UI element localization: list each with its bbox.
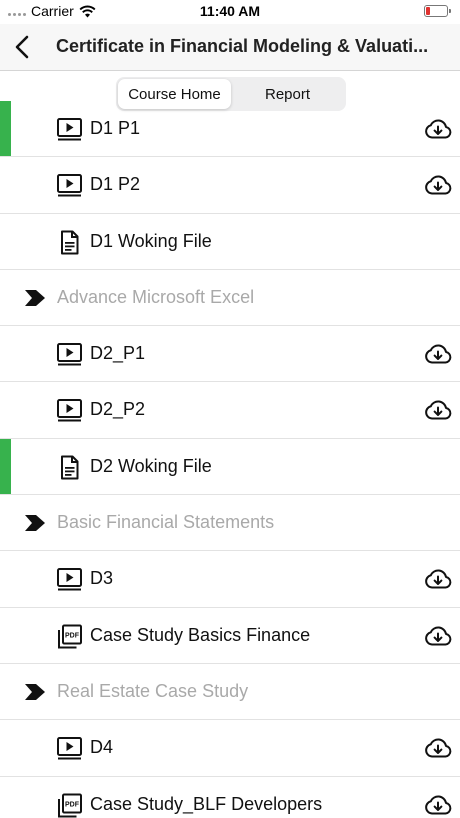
- lesson-row[interactable]: D1 P1: [0, 101, 460, 158]
- lesson-row[interactable]: D2 Woking File: [0, 438, 460, 496]
- back-chevron-icon[interactable]: [10, 34, 36, 60]
- lesson-title: D1 Woking File: [90, 230, 212, 251]
- page-title: Certificate in Financial Modeling & Valu…: [56, 36, 429, 56]
- pdf-icon: PDF: [56, 793, 83, 818]
- lesson-title: Case Study Basics Finance: [90, 624, 311, 645]
- cloud-download-icon[interactable]: [424, 174, 452, 196]
- progress-indicator: [0, 438, 11, 495]
- lesson-title: D2 Woking File: [90, 455, 212, 476]
- document-icon: [56, 230, 83, 255]
- cloud-download-icon[interactable]: [424, 794, 452, 816]
- battery-icon: [424, 5, 451, 17]
- section-header[interactable]: Real Estate Case Study: [0, 664, 460, 721]
- section-header[interactable]: Advance Microsoft Excel: [0, 270, 460, 327]
- lesson-row[interactable]: D2_P1: [0, 326, 460, 383]
- video-icon: [56, 567, 83, 592]
- lesson-row[interactable]: D1 Woking File: [0, 214, 460, 270]
- course-content-list: D1 P1 D1 P2 D1 Woking File Advance Microsof…: [0, 101, 460, 818]
- lesson-title: D1 P2: [90, 174, 141, 195]
- svg-text:PDF: PDF: [65, 632, 80, 639]
- video-icon: [56, 173, 83, 198]
- lesson-title: D2_P2: [90, 399, 146, 420]
- cloud-download-icon[interactable]: [424, 737, 452, 759]
- cloud-download-icon[interactable]: [424, 568, 452, 590]
- section-chevron-icon: [25, 683, 45, 700]
- section-chevron-icon: [25, 289, 45, 306]
- video-icon: [56, 736, 83, 761]
- lesson-title: D1 P1: [90, 118, 141, 138]
- cloud-download-icon[interactable]: [424, 625, 452, 647]
- lesson-row[interactable]: PDF Case Study_BLF Developers: [0, 777, 460, 818]
- battery-level: [426, 7, 430, 15]
- lesson-row[interactable]: PDF Case Study Basics Finance: [0, 608, 460, 664]
- section-title: Basic Financial Statements: [57, 512, 275, 533]
- cloud-download-icon[interactable]: [424, 343, 452, 365]
- status-time: 11:40 AM: [199, 3, 261, 19]
- cloud-download-icon[interactable]: [424, 399, 452, 421]
- lesson-row[interactable]: D4: [0, 720, 460, 777]
- video-icon: [56, 117, 83, 142]
- lesson-title: Case Study_BLF Developers: [90, 793, 323, 814]
- svg-text:PDF: PDF: [65, 801, 80, 808]
- progress-indicator: [0, 101, 11, 157]
- lesson-title: D4: [90, 737, 114, 758]
- section-title: Advance Microsoft Excel: [57, 286, 255, 307]
- lesson-row[interactable]: D1 P2: [0, 157, 460, 214]
- video-icon: [56, 342, 83, 367]
- lesson-title: D2_P1: [90, 343, 146, 364]
- video-icon: [56, 398, 83, 423]
- section-chevron-icon: [25, 515, 45, 532]
- section-title: Real Estate Case Study: [57, 680, 249, 701]
- status-bar: Carrier 11:40 AM: [0, 0, 460, 24]
- lesson-row[interactable]: D3: [0, 551, 460, 608]
- section-header[interactable]: Basic Financial Statements: [0, 495, 460, 552]
- document-icon: [56, 455, 83, 480]
- pdf-icon: PDF: [56, 624, 83, 649]
- navigation-bar: Certificate in Financial Modeling & Valu…: [0, 24, 460, 71]
- lesson-title: D3: [90, 568, 114, 589]
- cloud-download-icon[interactable]: [424, 118, 452, 140]
- lesson-row[interactable]: D2_P2: [0, 382, 460, 439]
